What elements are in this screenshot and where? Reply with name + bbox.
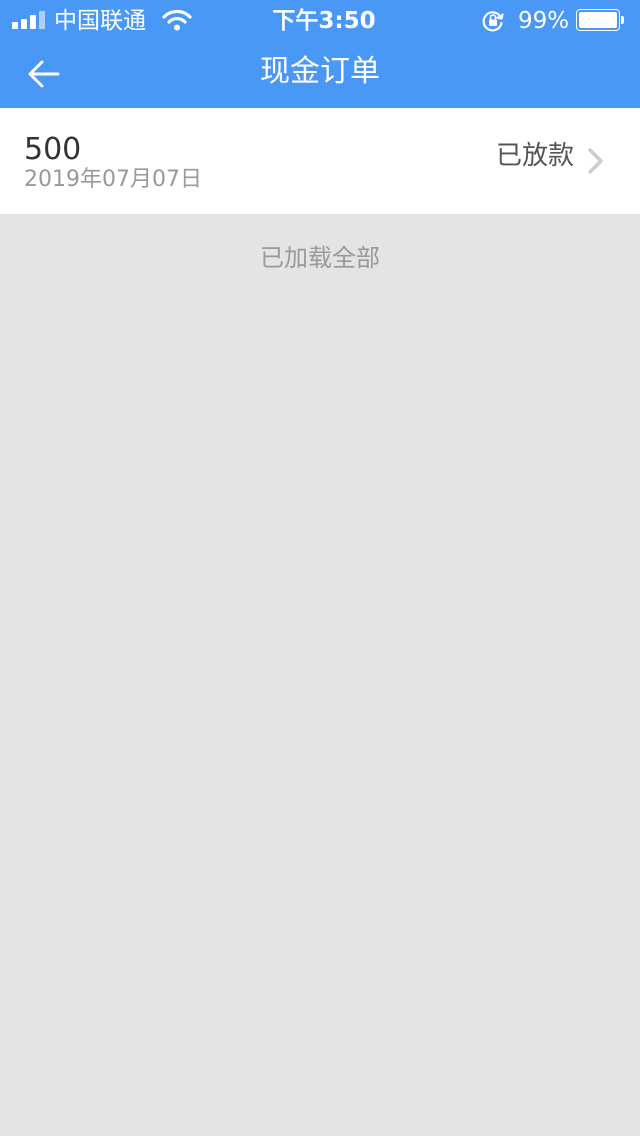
order-amount: 500 [24,132,82,167]
order-list-item[interactable]: 500 2019年07月07日 已放款 [0,108,640,214]
back-button[interactable] [16,48,72,100]
arrow-left-icon [28,60,60,88]
status-bar: 中国联通 下午3:50 99% [0,0,640,40]
load-all-text: 已加载全部 [260,244,380,272]
battery-icon [576,9,624,31]
nav-bar: 现金订单 [0,40,640,108]
rotation-lock-icon [482,11,504,32]
signal-icon [12,11,46,29]
order-date: 2019年07月07日 [24,167,202,192]
status-time: 下午3:50 [272,8,376,34]
chevron-right-icon [588,148,603,174]
battery-percentage: 99% [518,8,570,34]
battery-fill [579,12,617,28]
app-header: 中国联通 下午3:50 99% 现金订单 [0,0,640,108]
carrier-name: 中国联通 [54,8,146,34]
page-title: 现金订单 [260,54,380,89]
wifi-icon [162,9,192,31]
order-status: 已放款 [495,141,574,171]
